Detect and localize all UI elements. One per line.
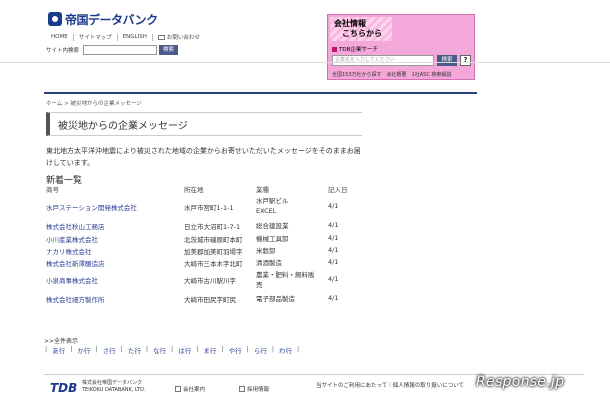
company-search-button[interactable]: 検索 xyxy=(437,55,457,66)
nav-home[interactable]: HOME xyxy=(46,34,73,40)
header-divider xyxy=(0,62,610,63)
footer-company-name: 株式会社帝国データバンク xyxy=(82,380,143,386)
row-industry: 電子部品製造 xyxy=(256,295,295,303)
row-industry: 農業・肥料・飼料販 売 xyxy=(256,271,315,289)
row-date: 4/1 xyxy=(328,294,339,302)
company-box-links[interactable]: 全国153万社から探す 会社概要 1社ASC 検索解説 xyxy=(332,71,451,78)
row-date: 4/1 xyxy=(328,258,339,266)
row-company-name[interactable]: 株式会社秋山工務店 xyxy=(46,221,105,231)
kana-link[interactable]: ら行 xyxy=(250,345,271,355)
kana-link[interactable]: や行 xyxy=(225,345,246,355)
row-industry: 機械工具卸 xyxy=(256,235,289,243)
row-location: 大崎市古川駅川字 xyxy=(184,277,236,285)
company-name-input[interactable]: 企業名を入力してください xyxy=(332,55,434,66)
kana-link[interactable]: な行 xyxy=(149,345,170,355)
site-search-button[interactable]: 検索 xyxy=(159,45,179,55)
row-location: 大崎市三本木字北町 xyxy=(184,260,243,268)
row-company-name[interactable]: 小川産業株式会社 xyxy=(46,234,98,244)
col-header-industry: 業種 xyxy=(256,186,269,194)
page-title-bar: 被災地からの企業メッセージ xyxy=(46,112,362,136)
col-header-name: 商号 xyxy=(46,186,59,194)
logo-mark-icon xyxy=(48,12,62,26)
row-industry: 米穀卸 xyxy=(256,247,276,255)
nav-sitemap[interactable]: サイトマップ xyxy=(74,33,117,41)
company-box-title[interactable]: 会社情報 こちらから xyxy=(334,19,382,39)
company-box-subtitle-text: TDB企業サーチ xyxy=(339,47,378,53)
row-date: 4/1 xyxy=(328,275,339,283)
recruit-label: 採用情報 xyxy=(247,387,270,393)
row-company-name[interactable]: 水戸ステーション開発株式会社 xyxy=(46,202,137,212)
row-location: 北茨城市磯原町本町 xyxy=(184,236,243,244)
kana-link[interactable]: た行 xyxy=(124,345,145,355)
row-industry: 清酒製造 xyxy=(256,259,282,267)
tdb-search-icon xyxy=(332,46,337,52)
row-date: 4/1 xyxy=(328,246,339,254)
mail-icon xyxy=(157,35,165,40)
row-company-name[interactable]: ナカリ株式会社 xyxy=(46,246,92,256)
watermark: Response.jp xyxy=(476,374,565,390)
show-all-link[interactable]: >>全件表示 xyxy=(44,336,78,345)
row-date: 4/1 xyxy=(328,202,339,210)
page-title: 被災地からの企業メッセージ xyxy=(58,120,188,132)
site-search: サイト内検索 検索 xyxy=(46,45,179,55)
row-company-name[interactable]: 株式会社細方製作所 xyxy=(46,294,105,304)
row-location: 加美郡加美町羽場字 xyxy=(184,248,243,256)
box-icon xyxy=(239,386,245,392)
kana-link[interactable]: か行 xyxy=(73,345,94,355)
footer-links[interactable]: 当サイトのご利用にあたって｜個人情報の取り扱いについて xyxy=(316,381,464,389)
company-box-subtitle: TDB企業サーチ xyxy=(332,45,378,53)
row-location: 日立市大沼町1-7-1 xyxy=(184,223,241,231)
footer-company: 株式会社帝国データバンク TEIKOKU DATABANK, LTD. xyxy=(82,380,146,394)
company-info-button[interactable]: 会社案内 xyxy=(172,384,208,394)
col-header-location: 所在地 xyxy=(184,186,204,194)
row-date: 4/1 xyxy=(328,234,339,242)
box-icon xyxy=(175,386,181,392)
kana-link[interactable]: さ行 xyxy=(99,345,120,355)
intro-text: 東北地方太平洋沖地震により被災された地域の企業からお寄せいただいたメッセージをそ… xyxy=(46,147,361,167)
logo-text: 帝国データバンク xyxy=(65,12,158,27)
row-industry: 水戸駅ビル EXCEL xyxy=(256,197,289,215)
kana-link[interactable]: は行 xyxy=(174,345,195,355)
company-search-panel: 会社情報 こちらから TDB企業サーチ 企業名を入力してください 検索 ? 全国… xyxy=(327,14,475,80)
site-search-input[interactable] xyxy=(83,45,158,55)
nav-contact[interactable]: お問い合わせ xyxy=(153,33,205,41)
kana-divider: | xyxy=(297,345,300,353)
row-date: 4/1 xyxy=(328,221,339,229)
help-icon[interactable]: ? xyxy=(460,55,471,66)
breadcrumb-rule xyxy=(44,92,477,94)
kana-link[interactable]: ま行 xyxy=(199,345,220,355)
company-info-label: 会社案内 xyxy=(183,387,206,393)
kana-link[interactable]: あ行 xyxy=(48,345,69,355)
nav-contact-label: お問い合わせ xyxy=(166,35,200,41)
kana-link[interactable]: わ行 xyxy=(275,345,296,355)
row-company-name[interactable]: 小泉商事株式会社 xyxy=(46,275,98,285)
company-box-title-line1: 会社情報 xyxy=(334,19,366,28)
recruit-button[interactable]: 採用情報 xyxy=(236,384,272,394)
site-search-label: サイト内検索 xyxy=(46,48,80,54)
row-industry: 総合建設業 xyxy=(256,222,289,230)
row-location: 大崎市田尻字町尻 xyxy=(184,296,236,304)
footer-logo[interactable]: TDB xyxy=(50,381,77,395)
breadcrumb[interactable]: ホーム > 被災地からの企業メッセージ xyxy=(46,99,142,107)
footer-company-name-en: TEIKOKU DATABANK, LTD. xyxy=(82,387,146,393)
row-location: 水戸市宮町1-1-1 xyxy=(184,204,234,212)
kana-index: | あ行 | か行 | さ行 | た行 | な行 | は行 | ま行 | や行 | ら行 | わ行… xyxy=(44,345,300,355)
row-company-name[interactable]: 株式会社新澤醸造店 xyxy=(46,258,105,268)
company-box-title-line2: こちらから xyxy=(342,29,382,38)
nav-english[interactable]: ENGLISH xyxy=(118,34,152,40)
top-nav: HOME サイトマップ ENGLISH お問い合わせ xyxy=(46,33,205,41)
col-header-date: 記入日 xyxy=(328,186,348,194)
site-logo[interactable]: 帝国データバンク xyxy=(48,10,158,28)
